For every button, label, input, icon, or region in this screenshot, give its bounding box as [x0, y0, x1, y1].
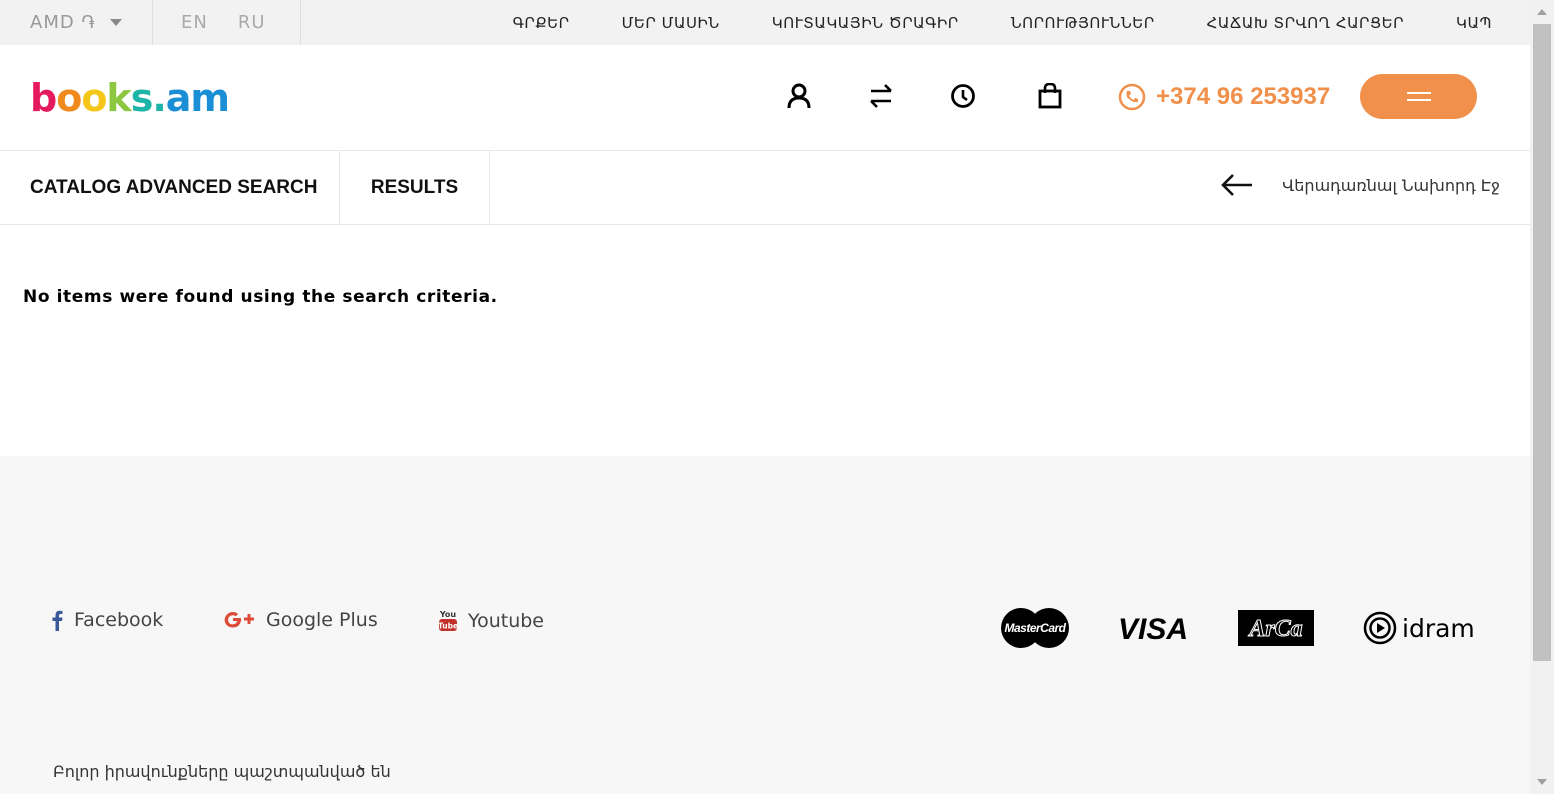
visa-logo: VISA — [1118, 613, 1188, 643]
copyright-text: Բոլոր իրավունքները պաշտպանված են — [53, 762, 391, 781]
no-results-message: No items were found using the search cri… — [23, 287, 498, 307]
logo-letter: o — [81, 76, 107, 120]
nav-contact[interactable]: ԿԱՊ — [1456, 14, 1492, 32]
site-logo[interactable]: books.am — [30, 76, 230, 120]
language-switcher: EN RU — [153, 0, 301, 45]
social-label: Facebook — [74, 609, 164, 631]
logo-letter: k — [106, 76, 131, 120]
tab-results[interactable]: RESULTS — [340, 151, 490, 225]
arca-logo: ArCa — [1238, 610, 1314, 646]
user-icon[interactable] — [784, 81, 814, 111]
site-footer: Facebook Google Plus You Tube Youtube Mas… — [0, 456, 1530, 794]
phone-icon — [1118, 83, 1146, 111]
logo-letter: . — [152, 76, 166, 120]
svg-text:You: You — [439, 610, 457, 619]
currency-label: AMD ֏ — [30, 12, 96, 33]
site-header: books.am +374 96 253937 — [0, 45, 1530, 151]
social-label: Google Plus — [266, 609, 378, 631]
nav-loyalty-program[interactable]: ԿՈՒՏԱԿԱՅԻՆ ԾՐԱԳԻՐ — [772, 14, 959, 32]
search-breadcrumb-bar: CATALOG ADVANCED SEARCH RESULTS Վերադառն… — [0, 151, 1530, 225]
phone-contact[interactable]: +374 96 253937 — [1118, 83, 1330, 111]
phone-number: +374 96 253937 — [1156, 83, 1331, 110]
youtube-icon: You Tube — [438, 610, 458, 631]
chevron-down-icon — [109, 19, 122, 26]
idram-logo: idram — [1363, 611, 1475, 645]
language-en[interactable]: EN — [181, 12, 208, 33]
svg-text:Tube: Tube — [438, 622, 458, 631]
social-link-google-plus[interactable]: Google Plus — [222, 609, 378, 631]
social-label: Youtube — [468, 610, 544, 632]
nav-faq[interactable]: ՀԱՃԱԽ ՏՐՎՈՂ ՀԱՐՑԵՐ — [1207, 14, 1404, 32]
facebook-icon — [52, 610, 63, 631]
scroll-down-arrow-icon[interactable] — [1537, 779, 1547, 785]
currency-selector[interactable]: AMD ֏ — [0, 0, 153, 45]
page-scrollbar[interactable] — [1530, 0, 1554, 794]
logo-letter: s — [130, 76, 154, 120]
payment-methods: MasterCard VISA ArCa idram — [1000, 606, 1478, 650]
menu-button[interactable] — [1360, 74, 1477, 119]
back-link-label: Վերադառնալ Նախորդ Էջ — [1282, 175, 1500, 195]
top-bar: AMD ֏ EN RU ԳՐՔԵՐ ՄԵՐ ՄԱՍԻՆ ԿՈՒՏԱԿԱՅԻՆ Ծ… — [0, 0, 1530, 45]
logo-letter: b — [30, 76, 57, 120]
logo-letter: m — [190, 76, 230, 120]
svg-text:ArCa: ArCa — [1247, 616, 1302, 642]
arrow-left-icon — [1221, 174, 1253, 196]
cart-icon[interactable] — [1035, 81, 1065, 111]
logo-letter: a — [165, 76, 192, 120]
top-navigation: ԳՐՔԵՐ ՄԵՐ ՄԱՍԻՆ ԿՈՒՏԱԿԱՅԻՆ ԾՐԱԳԻՐ ՆՈՐՈՒԹ… — [513, 0, 1492, 45]
menu-icon — [1406, 92, 1431, 94]
mastercard-logo: MasterCard — [1001, 608, 1069, 648]
back-link[interactable]: Վերադառնալ Նախորդ Էջ — [1220, 173, 1500, 197]
language-ru[interactable]: RU — [238, 12, 266, 33]
scroll-up-arrow-icon[interactable] — [1537, 9, 1547, 15]
svg-text:idram: idram — [1402, 614, 1475, 643]
svg-text:MasterCard: MasterCard — [1004, 621, 1066, 635]
nav-about[interactable]: ՄԵՐ ՄԱՍԻՆ — [622, 14, 720, 32]
logo-letter: o — [56, 76, 82, 120]
social-link-youtube[interactable]: You Tube Youtube — [438, 609, 544, 633]
svg-text:VISA: VISA — [1118, 613, 1188, 643]
nav-news[interactable]: ՆՈՐՈՒԹՅՈՒՆՆԵՐ — [1011, 14, 1155, 32]
scrollbar-thumb[interactable] — [1533, 24, 1551, 661]
google-plus-icon — [224, 612, 254, 628]
tab-catalog-advanced-search[interactable]: CATALOG ADVANCED SEARCH — [0, 151, 340, 225]
compare-icon[interactable] — [866, 81, 896, 111]
nav-books[interactable]: ԳՐՔԵՐ — [513, 14, 570, 32]
history-icon[interactable] — [948, 81, 978, 111]
social-link-facebook[interactable]: Facebook — [50, 609, 163, 631]
